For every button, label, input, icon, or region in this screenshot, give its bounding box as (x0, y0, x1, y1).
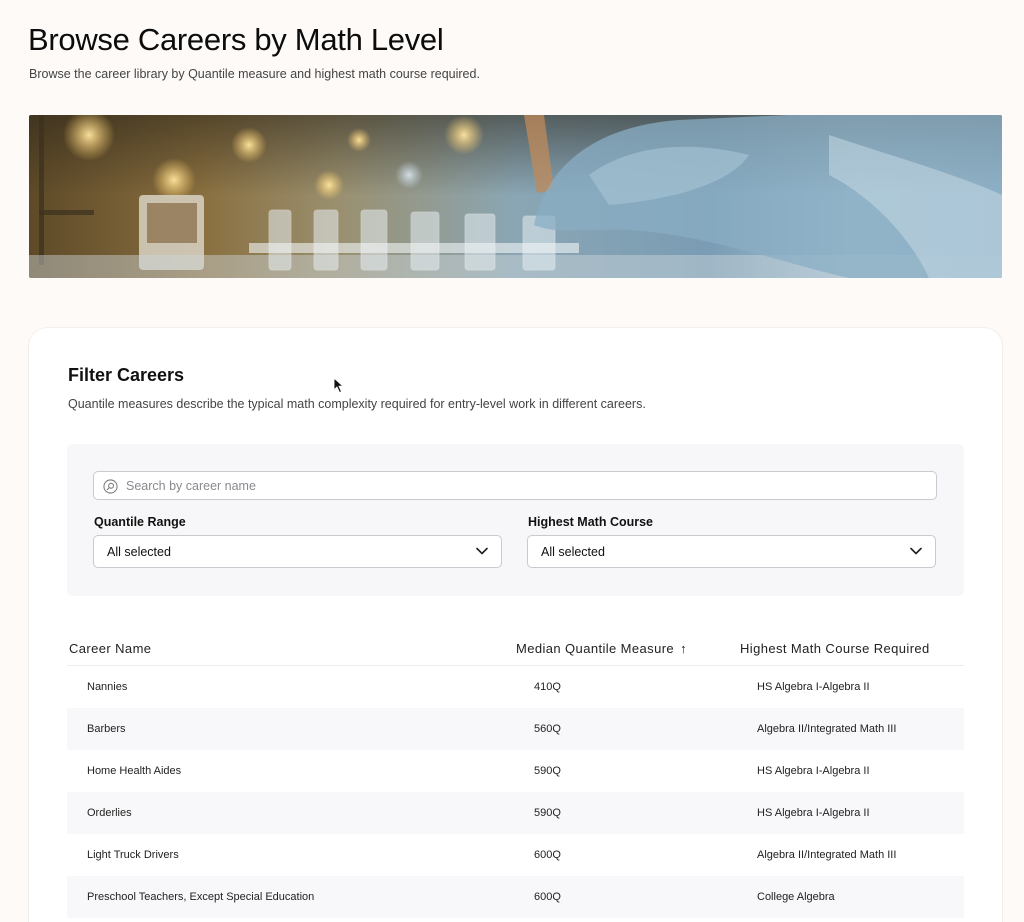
math-course-cell: Algebra II/Integrated Math III (757, 723, 897, 735)
quantile-cell: 590Q (534, 765, 561, 777)
math-course-cell: HS Algebra I-Algebra II (757, 807, 870, 819)
table-row[interactable]: Home Health Aides 590Q HS Algebra I-Alge… (67, 750, 964, 792)
table-row[interactable]: Light Truck Drivers 600Q Algebra II/Inte… (67, 834, 964, 876)
quantile-cell: 410Q (534, 681, 561, 693)
filter-description: Quantile measures describe the typical m… (68, 397, 646, 411)
math-course-cell: HS Algebra I-Algebra II (757, 765, 870, 777)
math-course-cell: HS Algebra I-Algebra II (757, 681, 870, 693)
quantile-cell: 560Q (534, 723, 561, 735)
career-name-cell: Nannies (87, 681, 128, 693)
quantile-range-select[interactable]: All selected (93, 535, 502, 568)
column-header-math-course[interactable]: Highest Math Course Required (740, 641, 930, 656)
quantile-range-value: All selected (107, 545, 171, 559)
column-header-median-quantile-label: Median Quantile Measure (516, 641, 675, 656)
math-course-value: All selected (541, 545, 605, 559)
careers-table: Nannies 410Q HS Algebra I-Algebra II Bar… (67, 665, 964, 918)
page-subtitle: Browse the career library by Quantile me… (29, 67, 480, 81)
table-row[interactable]: Orderlies 590Q HS Algebra I-Algebra II (67, 792, 964, 834)
table-row[interactable]: Barbers 560Q Algebra II/Integrated Math … (67, 708, 964, 750)
table-row[interactable]: Nannies 410Q HS Algebra I-Algebra II (67, 666, 964, 708)
table-row[interactable]: Preschool Teachers, Except Special Educa… (67, 876, 964, 918)
search-icon (103, 479, 118, 494)
chevron-down-icon (910, 547, 922, 555)
career-name-cell: Orderlies (87, 807, 132, 819)
page-title: Browse Careers by Math Level (28, 22, 444, 57)
career-name-cell: Light Truck Drivers (87, 849, 179, 861)
quantile-cell: 590Q (534, 807, 561, 819)
arrow-up-icon: ↑ (680, 641, 687, 656)
column-header-math-course-label: Highest Math Course Required (740, 641, 930, 656)
search-field[interactable] (93, 471, 937, 500)
mouse-pointer-icon (333, 377, 344, 393)
career-name-cell: Preschool Teachers, Except Special Educa… (87, 891, 315, 903)
column-header-career-name-label: Career Name (69, 641, 152, 656)
quantile-range-label: Quantile Range (94, 515, 186, 529)
quantile-cell: 600Q (534, 849, 561, 861)
column-header-career-name[interactable]: Career Name (69, 641, 151, 656)
filter-title: Filter Careers (68, 365, 185, 385)
hero-image (29, 115, 1002, 278)
math-course-cell: College Algebra (757, 891, 835, 903)
column-header-median-quantile[interactable]: Median Quantile Measure ↑ (516, 641, 687, 656)
career-name-cell: Home Health Aides (87, 765, 182, 777)
math-course-select[interactable]: All selected (527, 535, 936, 568)
table-header: Career Name Median Quantile Measure ↑ Hig… (67, 639, 964, 665)
filter-panel: Quantile Range All selected Highest Math… (67, 444, 964, 596)
math-course-label: Highest Math Course (528, 515, 654, 529)
chevron-down-icon (476, 547, 488, 555)
filter-card: Filter Careers Quantile measures describ… (29, 328, 1002, 922)
math-course-cell: Algebra II/Integrated Math III (757, 849, 897, 861)
career-name-cell: Barbers (87, 723, 126, 735)
search-input[interactable] (126, 472, 928, 499)
quantile-cell: 600Q (534, 891, 561, 903)
